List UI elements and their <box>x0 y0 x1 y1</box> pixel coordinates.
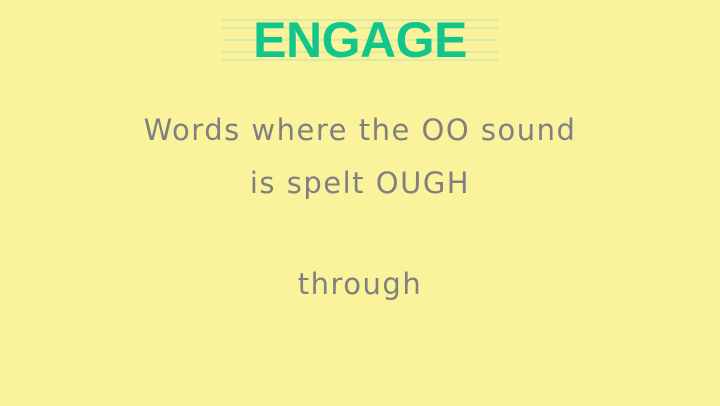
subtitle-line: is spelt OUGH <box>249 166 471 200</box>
subtitle-line: Words where the OO sound <box>143 113 577 147</box>
heading-block: ENGAGE <box>222 12 498 68</box>
slide-subtitle: Words where the OO sound is spelt OUGH <box>60 104 660 210</box>
page-title: ENGAGE <box>253 12 467 68</box>
example-word: through <box>297 267 423 301</box>
